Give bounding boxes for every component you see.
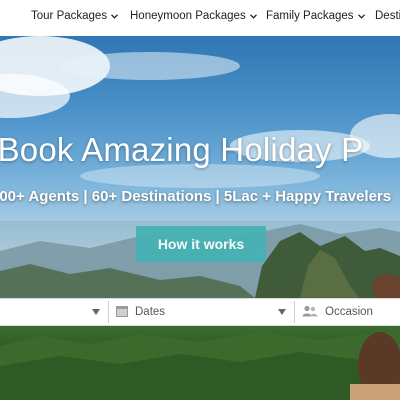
chevron-down-icon — [111, 13, 119, 19]
hero-stats-line: 600+ Agents | 60+ Destinations | 5Lac + … — [0, 188, 392, 205]
nav-honeymoon-packages-label: Honeymoon Packages — [130, 10, 246, 22]
nav-family-packages[interactable]: Family Packages — [266, 10, 365, 22]
occasion-field[interactable]: Occasion — [302, 299, 400, 325]
hero-headline: & Book Amazing Holiday P — [0, 131, 364, 168]
caret-down-icon — [92, 309, 100, 315]
nav-tour-packages[interactable]: Tour Packages — [31, 10, 119, 22]
divider — [294, 301, 295, 323]
hero-banner: & Book Amazing Holiday P 600+ Agents | 6… — [0, 36, 400, 298]
occasion-label: Occasion — [325, 306, 373, 318]
people-icon — [302, 305, 318, 320]
nav-family-packages-label: Family Packages — [266, 10, 354, 22]
dates-field[interactable]: Dates — [116, 299, 292, 325]
top-nav: Tour Packages Honeymoon Packages Family … — [0, 0, 400, 36]
landscape-photo — [0, 326, 400, 400]
chevron-down-icon — [249, 13, 257, 19]
divider — [108, 301, 109, 323]
dates-label: Dates — [135, 306, 166, 318]
nav-honeymoon-packages[interactable]: Honeymoon Packages — [130, 10, 257, 22]
nav-tour-packages-label: Tour Packages — [31, 10, 108, 22]
nav-destinations-label: Desti — [375, 10, 400, 22]
nav-destinations[interactable]: Desti — [375, 10, 400, 22]
how-it-works-button[interactable]: How it works — [136, 226, 266, 262]
calendar-icon — [116, 305, 128, 320]
chevron-down-icon — [357, 13, 365, 19]
caret-down-icon — [278, 309, 286, 315]
search-bar: Dates Occasion — [0, 298, 400, 326]
destination-select[interactable] — [0, 299, 106, 325]
